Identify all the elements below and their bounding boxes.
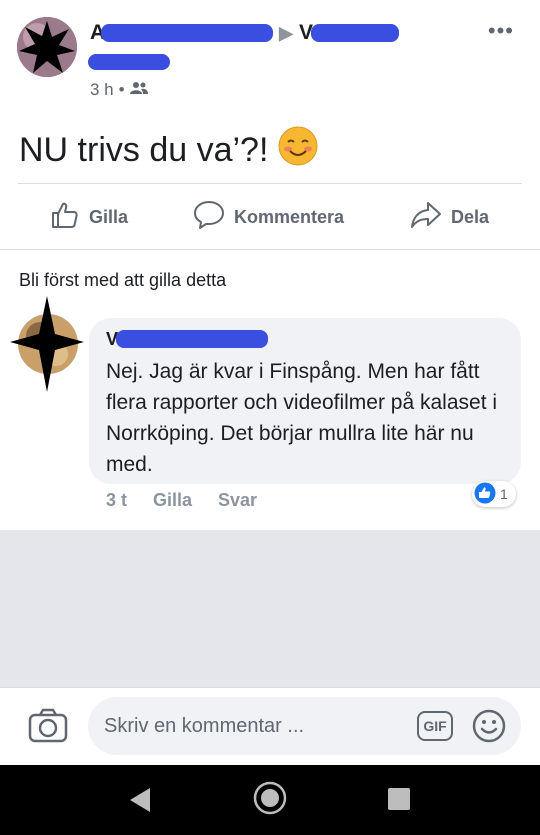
like-label: Gilla	[89, 207, 129, 227]
comment-time[interactable]: 3 t	[106, 490, 127, 511]
divider	[0, 249, 540, 250]
system-navigation-bar	[0, 765, 540, 835]
friends-icon	[129, 80, 148, 100]
separator-dot: •	[118, 80, 125, 99]
share-icon	[410, 200, 442, 235]
comment-author[interactable]: V	[106, 328, 269, 350]
camera-icon[interactable]	[28, 708, 68, 749]
thumbs-up-icon	[50, 200, 80, 235]
post-header: A ▶ V 3 h • •••	[0, 0, 540, 110]
back-icon[interactable]	[128, 787, 152, 818]
author-avatar[interactable]	[17, 17, 77, 77]
commenter-avatar[interactable]	[10, 296, 86, 392]
comment-button[interactable]: Kommentera	[193, 200, 344, 235]
share-button[interactable]: Dela	[410, 200, 489, 235]
emoji-icon[interactable]	[472, 709, 506, 748]
post-time[interactable]: 3 h	[90, 80, 114, 100]
more-options-icon[interactable]: •••	[488, 18, 514, 44]
comment-input-container: GIF	[88, 697, 521, 755]
like-prompt: Bli först med att gilla detta	[19, 270, 227, 290]
redacted-comment-author	[116, 330, 269, 348]
comment-reaction-badge[interactable]: 1	[472, 481, 516, 507]
author-line[interactable]: A ▶ V	[90, 20, 400, 46]
gif-button[interactable]: GIF	[417, 711, 453, 741]
comment-label: Kommentera	[234, 207, 345, 227]
comment-reply-button[interactable]: Svar	[218, 490, 257, 511]
comment-text: Nej. Jag är kvar i Finspång. Men har fåt…	[106, 360, 498, 476]
post-text: NU trivs du va’?!	[19, 126, 318, 175]
smiling-face-icon	[278, 126, 318, 175]
comment-input[interactable]	[104, 697, 404, 755]
comment-like-button[interactable]: Gilla	[153, 490, 192, 511]
empty-feed-area	[0, 530, 540, 687]
post-action-bar: Gilla Kommentera Dela	[0, 184, 540, 249]
like-button[interactable]: Gilla	[50, 200, 128, 235]
comment-icon	[193, 200, 225, 235]
redacted-target-name	[311, 24, 400, 42]
redacted-author-second-line	[88, 54, 170, 70]
reaction-count: 1	[500, 486, 508, 502]
redacted-author-name	[101, 24, 274, 42]
comment-bubble: V Nej. Jag är kvar i Finspång. Men har f…	[89, 318, 521, 484]
recent-apps-icon[interactable]	[387, 787, 411, 816]
share-arrow-icon: ▶	[279, 22, 294, 43]
home-icon[interactable]	[253, 781, 287, 820]
post-body: NU trivs du va’?!	[19, 131, 269, 169]
post-meta: 3 h •	[90, 80, 148, 100]
like-reaction-icon	[474, 482, 496, 507]
comment-composer: GIF	[0, 687, 540, 765]
share-label: Dela	[451, 207, 490, 227]
comment-meta: 3 t Gilla Svar	[106, 490, 257, 511]
